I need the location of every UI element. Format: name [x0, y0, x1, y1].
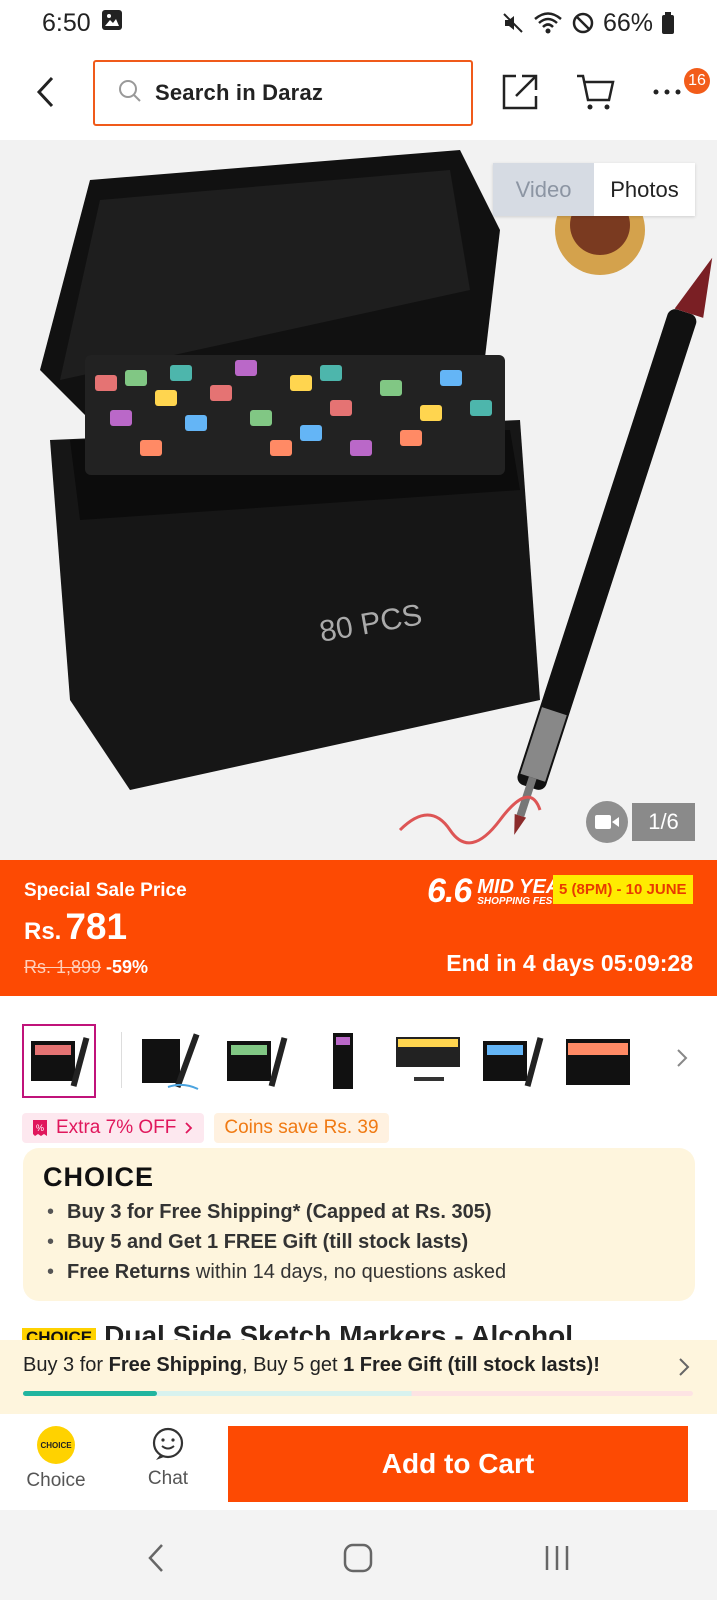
battery-icon [661, 11, 675, 35]
nav-recents-icon [545, 1546, 569, 1570]
price-amount: 781 [65, 906, 128, 947]
choice-benefits-card[interactable]: CHOICE Buy 3 for Free Shipping* (Capped … [23, 1148, 695, 1301]
nav-recents-button[interactable] [537, 1540, 577, 1576]
share-icon [502, 74, 538, 110]
list-item: Buy 5 and Get 1 FREE Gift (till stock la… [41, 1227, 677, 1257]
choice-chip: CHOICE [22, 1328, 97, 1340]
share-button[interactable] [500, 72, 542, 114]
coins-tag[interactable]: Coins save Rs. 39 [214, 1113, 389, 1143]
thumbnail-item[interactable] [137, 1026, 207, 1096]
thumbnail-item[interactable] [393, 1026, 463, 1096]
chat-icon [152, 1427, 184, 1460]
voucher-tag[interactable]: % Extra 7% OFF [22, 1113, 205, 1143]
voucher-icon: % [33, 1120, 47, 1136]
choice-benefits-list: Buy 3 for Free Shipping* (Capped at Rs. … [41, 1197, 677, 1287]
chat-label: Chat [147, 1468, 189, 1489]
cart-button[interactable] [575, 72, 617, 114]
campaign-date: 5 (8PM) - 10 JUNE [553, 875, 693, 904]
tab-photos[interactable]: Photos [594, 163, 695, 216]
campaign-number: 6.6 [427, 872, 472, 910]
mute-icon [501, 11, 525, 35]
price-currency: Rs. [24, 918, 62, 945]
thumbnail-item[interactable] [22, 1024, 96, 1098]
back-icon [36, 76, 54, 108]
image-counter: 1/6 [632, 803, 695, 841]
more-icon [653, 89, 681, 95]
back-button[interactable] [28, 72, 64, 112]
system-nav-bar [0, 1510, 717, 1600]
coins-label: Coins save Rs. 39 [224, 1117, 379, 1138]
media-toggle: Video Photos [493, 163, 695, 216]
thumbnail-item[interactable] [478, 1026, 548, 1096]
search-placeholder: Search in Daraz [155, 80, 324, 105]
nav-home-button[interactable] [338, 1540, 378, 1576]
thumbnail-item[interactable] [222, 1026, 292, 1096]
sale-label: Special Sale Price [24, 880, 187, 901]
product-title: CHOICE Dual Side Sketch Markers - Alcohol [22, 1320, 702, 1340]
thumbnail-item[interactable] [308, 1026, 378, 1096]
search-input[interactable]: Search in Daraz [93, 60, 473, 126]
search-icon [117, 78, 143, 109]
svg-text:%: % [36, 1123, 44, 1133]
choice-coin-icon: CHOICE [37, 1426, 75, 1464]
add-to-cart-button[interactable]: Add to Cart [228, 1426, 688, 1502]
shipping-promo-bar[interactable]: Buy 3 for Free Shipping, Buy 5 get 1 Fre… [0, 1340, 717, 1414]
wifi-icon [533, 11, 563, 35]
top-header: Search in Daraz [0, 58, 717, 128]
shipping-progress-fill [23, 1391, 157, 1396]
discount-percent: -59% [106, 957, 149, 977]
voucher-label: Extra 7% OFF [56, 1117, 177, 1138]
original-price: Rs. 1,899 [24, 957, 102, 977]
chevron-right-icon [678, 1357, 694, 1379]
tab-video[interactable]: Video [493, 163, 594, 216]
status-time: 6:50 [42, 8, 91, 37]
promo-tags: % Extra 7% OFF Coins save Rs. 39 [22, 1113, 389, 1143]
do-not-disturb-icon [571, 11, 595, 35]
status-icons: 66% [501, 9, 675, 38]
product-image[interactable]: 80 PCS [0, 140, 717, 860]
thumbnail-item[interactable] [563, 1026, 633, 1096]
shipping-progress-bar [23, 1391, 693, 1396]
nav-home-icon [343, 1543, 373, 1573]
bottom-action-bar: CHOICE Choice Chat Add to Cart [0, 1414, 717, 1510]
sale-countdown: End in 4 days 05:09:28 [446, 950, 693, 976]
chat-button[interactable]: Chat [132, 1426, 204, 1490]
shipping-promo-text: Buy 3 for Free Shipping, Buy 5 get 1 Fre… [23, 1354, 600, 1376]
notification-badge: 16 [684, 68, 710, 94]
battery-percent: 66% [602, 8, 653, 37]
video-camera-icon [595, 815, 619, 829]
image-icon [101, 9, 123, 38]
thumbnail-strip [0, 1022, 717, 1098]
product-title-text: Dual Side Sketch Markers - Alcohol [104, 1320, 574, 1340]
choice-logo: CHOICE [43, 1162, 155, 1192]
list-item: Buy 3 for Free Shipping* (Capped at Rs. … [41, 1197, 677, 1227]
thumbnail-divider [121, 1032, 122, 1088]
chevron-right-icon [677, 1049, 688, 1067]
list-item: Free Returns within 14 days, no question… [41, 1257, 677, 1287]
status-bar: 6:50 66% [0, 0, 717, 46]
choice-button[interactable]: CHOICE Choice [20, 1426, 92, 1492]
chevron-right-icon [185, 1122, 193, 1134]
marker-set-illustration: 80 PCS [40, 150, 713, 845]
choice-label: Choice [26, 1470, 86, 1491]
sale-banner: Special Sale Price Rs. 781 Rs. 1,899 -59%… [0, 860, 717, 996]
thumbnail-next-button[interactable] [676, 1048, 696, 1072]
sale-price: Rs. 781 [24, 906, 127, 948]
nav-back-icon [148, 1544, 163, 1572]
video-camera-button[interactable] [586, 801, 628, 843]
cart-icon [577, 74, 615, 110]
nav-back-button[interactable] [136, 1540, 176, 1576]
